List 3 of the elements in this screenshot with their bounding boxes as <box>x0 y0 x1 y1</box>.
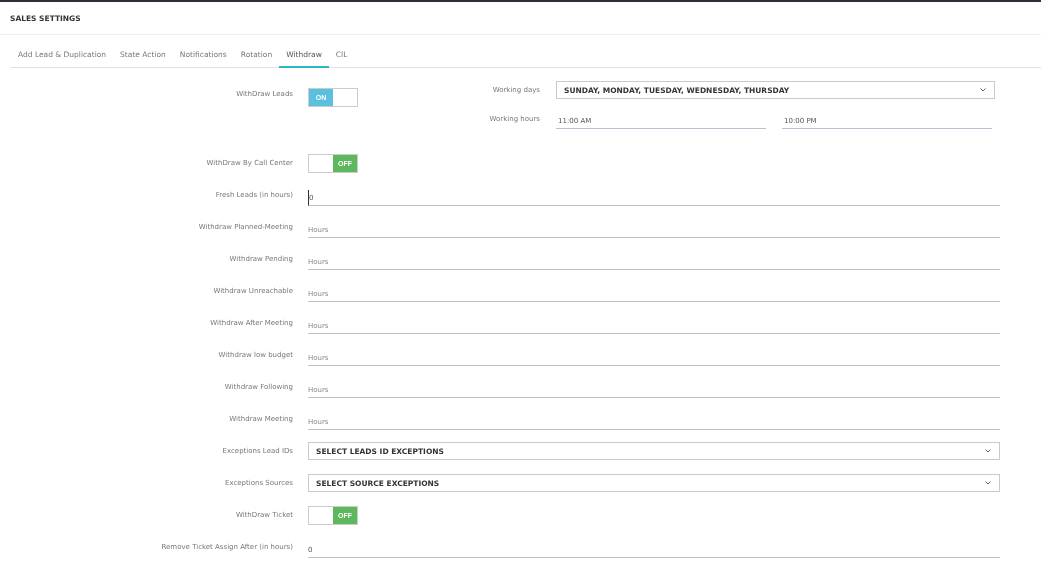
chevron-down-icon <box>985 481 991 485</box>
chevron-down-icon <box>985 449 991 453</box>
chevron-down-icon <box>980 88 986 92</box>
